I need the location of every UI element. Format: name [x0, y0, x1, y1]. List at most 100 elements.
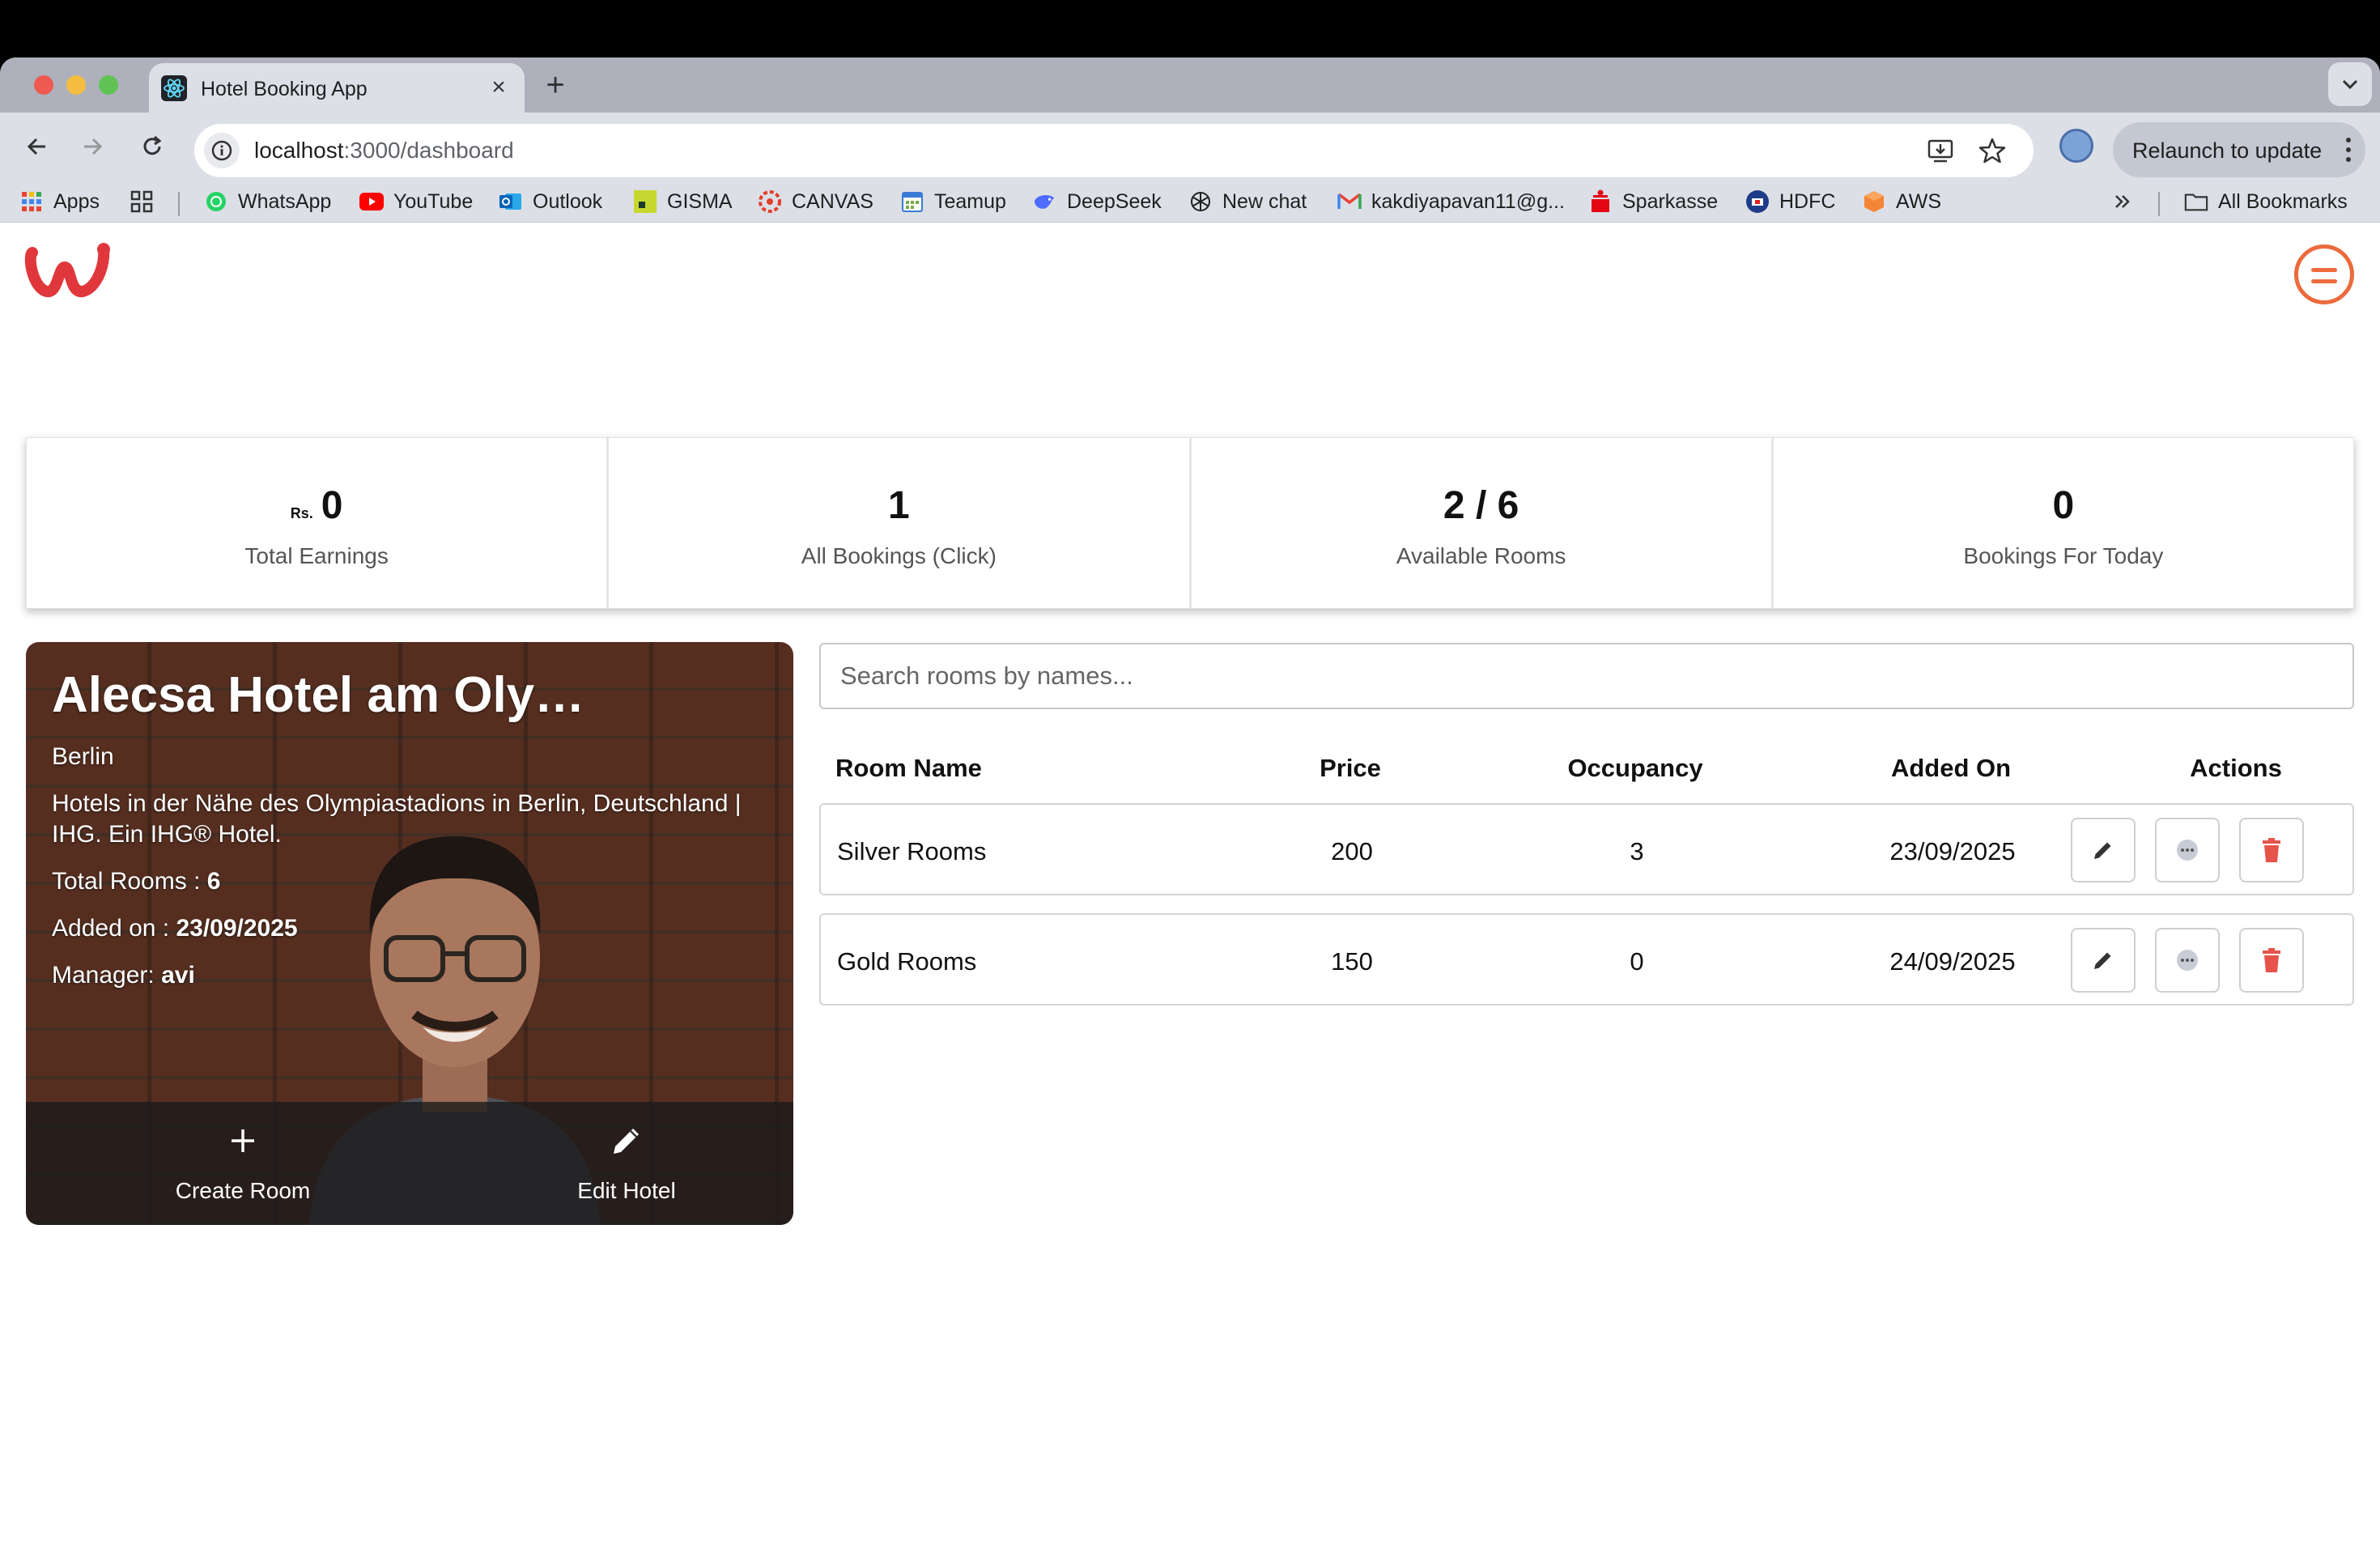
bookmarks-bar: Apps WhatsApp YouTube Outlook GISMA CANV…: [0, 181, 2380, 223]
bookmark-label: DeepSeek: [1067, 189, 1162, 213]
address-bar[interactable]: localhost:3000/dashboard: [194, 124, 2034, 177]
bookmark-label: Sparkasse: [1622, 189, 1719, 213]
reload-button[interactable]: [131, 125, 173, 168]
gmail-icon: [1337, 189, 1362, 214]
hotel-actions-bar: Create Room Edit Hotel: [26, 1102, 793, 1225]
stat-label: All Bookings (Click): [801, 543, 997, 568]
profile-avatar[interactable]: [2059, 129, 2093, 163]
openai-icon: [1188, 189, 1213, 214]
bookmark-label: Apps: [53, 189, 100, 213]
outlook-icon: [499, 189, 523, 214]
back-button[interactable]: [16, 125, 58, 168]
tab-close-icon[interactable]: ×: [484, 73, 513, 102]
menu-icon[interactable]: [2294, 245, 2354, 304]
sparkasse-icon: [1588, 189, 1613, 214]
bookmark-deepseek[interactable]: DeepSeek: [1033, 187, 1162, 216]
tab-strip: Hotel Booking App × +: [0, 57, 2380, 113]
stat-label: Total Earnings: [244, 543, 389, 568]
app-logo[interactable]: [24, 240, 113, 304]
tab-title: Hotel Booking App: [201, 78, 368, 100]
tab-groups-button[interactable]: [130, 187, 164, 216]
edit-room-button[interactable]: [2071, 818, 2136, 882]
minimize-window-button[interactable]: [66, 75, 86, 95]
bookmark-canvas[interactable]: CANVAS: [758, 187, 873, 216]
hdfc-icon: [1745, 189, 1770, 214]
url-text: localhost:3000/dashboard: [254, 138, 514, 163]
bookmark-label: kakdiyapavan11@g...: [1371, 189, 1565, 213]
create-room-label: Create Room: [175, 1178, 311, 1203]
bookmark-gisma[interactable]: GISMA: [633, 187, 733, 216]
install-icon[interactable]: [1922, 132, 1959, 169]
stat-all-bookings[interactable]: 1 All Bookings (Click): [609, 438, 1192, 608]
bookmark-label: CANVAS: [792, 189, 873, 213]
create-room-button[interactable]: Create Room: [138, 1118, 348, 1215]
bookmark-label: WhatsApp: [238, 189, 332, 213]
edit-room-button[interactable]: [2071, 928, 2136, 993]
info-icon[interactable]: [204, 133, 240, 168]
rooms-table-header: Room Name Price Occupancy Added On Actio…: [819, 754, 2354, 794]
delete-room-button[interactable]: [2239, 818, 2304, 882]
stat-value: 1: [888, 484, 910, 527]
room-name-cell: Gold Rooms: [837, 947, 977, 976]
forward-button[interactable]: [71, 125, 113, 168]
arrow-left-icon: [27, 138, 45, 155]
canvas-icon: [758, 189, 782, 214]
stat-value: 0: [2052, 484, 2075, 527]
more-bookmarks-button[interactable]: [2111, 187, 2134, 216]
stats-bar: Rs. 0 Total Earnings 1 All Bookings (Clic…: [26, 437, 2354, 609]
stat-value: 2 / 6: [1443, 484, 1519, 527]
room-details-button[interactable]: [2155, 818, 2220, 882]
table-row[interactable]: Gold Rooms 150 0 24/09/2025: [819, 913, 2354, 1006]
pencil-icon: [2094, 952, 2111, 969]
room-name-cell: Silver Rooms: [837, 837, 987, 865]
browser-window: Hotel Booking App × + localhost:3000/das…: [0, 57, 2380, 1548]
bookmark-whatsapp[interactable]: WhatsApp: [204, 187, 331, 216]
relaunch-button[interactable]: Relaunch to update: [2113, 122, 2365, 177]
hotel-city: Berlin: [52, 743, 114, 770]
bookmark-outlook[interactable]: Outlook: [499, 187, 602, 216]
bookmark-new-chat[interactable]: New chat: [1188, 187, 1307, 216]
table-row[interactable]: Silver Rooms 200 3 23/09/2025: [819, 803, 2354, 895]
bookmark-label: HDFC: [1779, 189, 1836, 213]
hotel-manager: Manager: avi: [52, 962, 195, 989]
hotel-description: Hotels in der Nähe des Olympiastadions i…: [52, 790, 742, 848]
tab-search-button[interactable]: [2328, 62, 2372, 106]
react-icon: [161, 75, 187, 101]
room-details-button[interactable]: [2155, 928, 2220, 993]
bookmark-apps[interactable]: Apps: [19, 187, 100, 216]
whatsapp-icon: [204, 189, 228, 214]
hotel-details: Alecsa Hotel am Oly… Berlin Hotels in de…: [52, 666, 764, 991]
new-tab-button[interactable]: +: [538, 69, 573, 104]
bookmark-label: YouTube: [393, 189, 474, 213]
price-cell: 200: [1331, 837, 1373, 865]
all-bookmarks-button[interactable]: All Bookmarks: [2184, 187, 2348, 216]
edit-hotel-label: Edit Hotel: [577, 1178, 676, 1203]
chevron-down-icon: [2342, 79, 2358, 90]
hotel-added-on: Added on : 23/09/2025: [52, 915, 298, 942]
maximize-window-button[interactable]: [99, 75, 118, 95]
bookmark-hdfc[interactable]: HDFC: [1745, 187, 1835, 216]
edit-hotel-button[interactable]: Edit Hotel: [521, 1118, 732, 1215]
bookmark-aws[interactable]: AWS: [1862, 187, 1941, 216]
trash-icon: [2263, 948, 2280, 972]
bookmark-separator: [2158, 192, 2160, 216]
room-search-input[interactable]: [819, 643, 2354, 709]
header-price: Price: [1320, 754, 1381, 782]
reload-icon: [143, 135, 162, 155]
star-icon[interactable]: [1974, 132, 2011, 169]
pencil-icon: [2094, 842, 2111, 859]
bookmark-youtube[interactable]: YouTube: [359, 187, 473, 216]
stat-bookings-today: 0 Bookings For Today: [1774, 438, 2353, 608]
bookmark-gmail[interactable]: kakdiyapavan11@g...: [1337, 187, 1565, 216]
header-added-on: Added On: [1890, 754, 2012, 782]
bookmark-label: All Bookmarks: [2218, 189, 2348, 213]
more-icon: [2177, 840, 2198, 861]
close-window-button[interactable]: [34, 75, 53, 95]
delete-room-button[interactable]: [2239, 928, 2304, 993]
bookmark-label: Outlook: [533, 189, 603, 213]
browser-tab[interactable]: Hotel Booking App ×: [149, 63, 525, 113]
relaunch-label: Relaunch to update: [2132, 138, 2323, 163]
bookmark-teamup[interactable]: Teamup: [900, 187, 1006, 216]
bookmark-sparkasse[interactable]: Sparkasse: [1588, 187, 1718, 216]
stat-total-earnings: Rs. 0 Total Earnings: [27, 438, 610, 608]
